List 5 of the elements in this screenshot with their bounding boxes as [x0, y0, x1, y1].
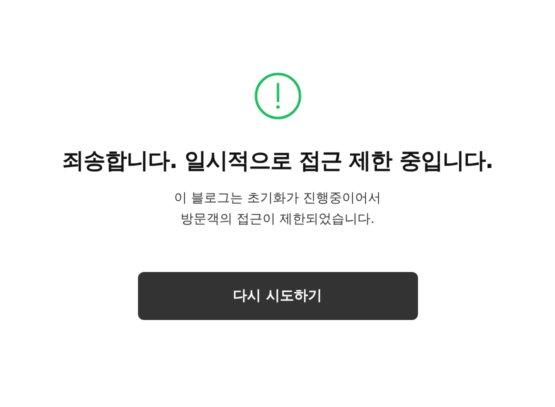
- error-message: 방문객의 접근이 제한되었습니다.: [179, 211, 376, 229]
- error-message: 이 블로그는 초기화가 진행중이어서: [174, 190, 382, 208]
- exclamation-icon: [254, 72, 302, 120]
- retry-button[interactable]: 다시 시도하기: [138, 272, 418, 320]
- error-title: 죄송합니다. 일시적으로 접근 제한 중입니다.: [62, 148, 494, 176]
